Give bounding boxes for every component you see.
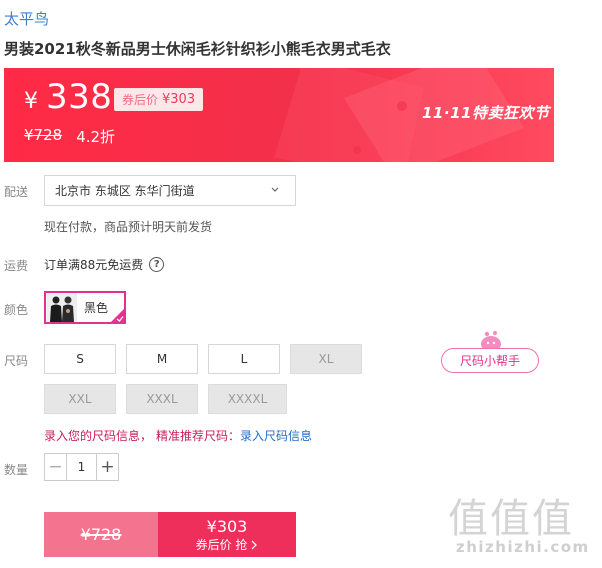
current-price: 338 [46,77,113,117]
size-option-xl: XL [290,344,362,374]
size-option-xxl: XXL [44,384,116,414]
watermark-logo: 值值值 [448,496,574,542]
promo-title: 11·11特卖狂欢节 [422,104,550,122]
freight-text: 订单满88元免运费 [44,258,144,272]
coupon-value: ¥303 [162,92,196,107]
minus-icon[interactable]: − [45,454,67,480]
color-option-black[interactable]: 黑色 [44,291,126,324]
size-option-l[interactable]: L [208,344,280,374]
discount-rate: 4.2折 [76,128,116,146]
size-helper-button[interactable]: 尺码小帮手 [441,330,541,376]
buy-action: 券后价 抢 [196,537,259,553]
size-option-m[interactable]: M [126,344,198,374]
color-label: 颜色 [4,303,29,317]
size-info-text: 录入您的尺码信息， [44,429,153,443]
address-value: 北京市 东城区 东华门街道 [55,184,195,198]
watermark: 值值值 zhizhizhi.com [448,486,598,566]
buy-original-price-button[interactable]: ¥728 [44,512,158,557]
quantity-value[interactable]: 1 [67,454,96,480]
price-banner: ¥ 338 券后价 ¥303 ¥728 4.2折 11·11特卖狂欢节 [4,68,554,162]
delivery-label: 配送 [4,185,29,199]
original-price-line: ¥728 4.2折 [24,126,115,147]
product-title: 男装2021秋冬新品男士休闲毛衫针织衫小熊毛衣男式毛衣 [4,40,391,58]
size-label: 尺码 [4,354,29,368]
size-info-link[interactable]: 录入尺码信息 [240,429,312,443]
plus-icon[interactable]: + [96,454,118,480]
quantity-stepper: − 1 + [44,453,119,481]
brand-name[interactable]: 太平鸟 [4,8,49,29]
chevron-down-icon [271,187,279,192]
quantity-label: 数量 [4,463,29,477]
original-price: ¥728 [24,126,63,144]
freight-info: 订单满88元免运费 ? [44,256,165,273]
size-option-s[interactable]: S [44,344,116,374]
freight-label: 运费 [4,259,29,273]
shipping-note: 现在付款，商品预计明天前发货 [44,220,213,234]
buy-action-label: 券后价 抢 [195,537,248,552]
buy-coupon-price: ¥303 [206,516,248,536]
size-option-xxxl: XXXL [126,384,198,414]
buy-coupon-button[interactable]: ¥303 券后价 抢 [158,512,296,557]
coupon-price-badge: 券后价 ¥303 [114,88,204,111]
help-circle-icon[interactable]: ? [149,257,165,272]
selected-check-icon [111,309,124,322]
size-info-prompt: 录入您的尺码信息， 精准推荐尺码：录入尺码信息 [44,427,312,444]
color-thumbnail-icon [47,293,77,322]
watermark-domain: zhizhizhi.com [456,538,590,556]
size-helper-label: 尺码小帮手 [441,348,539,373]
address-select[interactable]: 北京市 东城区 东华门街道 [44,175,296,206]
chevron-right-icon [251,540,258,549]
size-info-recommend: 精准推荐尺码： [156,429,241,443]
size-option-xxxxl: XXXXL [208,384,287,414]
color-option-label: 黑色 [84,301,109,315]
currency-symbol: ¥ [24,89,38,114]
coupon-label: 券后价 [122,93,159,107]
